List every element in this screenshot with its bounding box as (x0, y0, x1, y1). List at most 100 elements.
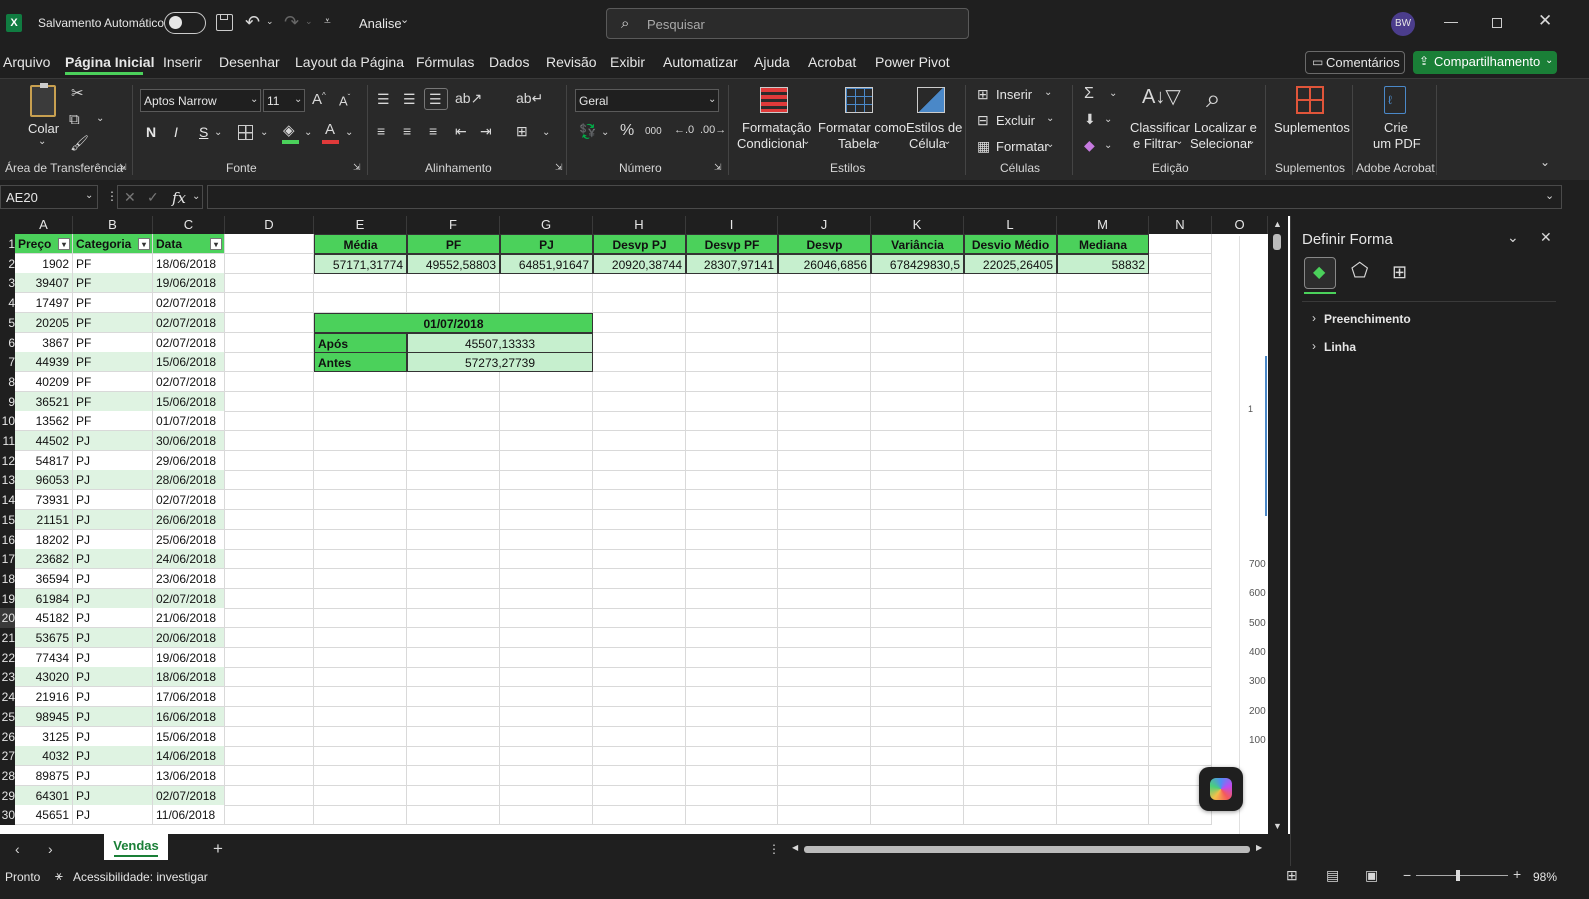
row-header[interactable]: 13 (0, 470, 15, 491)
customize-qat-icon[interactable]: ⩡ (324, 15, 331, 27)
confirm-icon[interactable]: ✓ (147, 190, 159, 204)
minimize-icon[interactable]: — (1444, 14, 1458, 28)
grid-cell[interactable] (225, 628, 314, 648)
date-cell[interactable]: 20/06/2018 (153, 628, 225, 648)
addins-button[interactable]: Suplementos (1274, 120, 1350, 135)
tab-layout[interactable]: Layout da Página (295, 54, 404, 70)
grid-cell[interactable] (1149, 628, 1212, 648)
category-cell[interactable]: PJ (73, 647, 153, 668)
price-cell[interactable]: 44939 (15, 352, 73, 373)
grid-cell[interactable] (1057, 273, 1149, 294)
price-cell[interactable]: 3867 (15, 332, 73, 353)
format-cells-chevron-icon[interactable]: ⌄ (1046, 140, 1054, 150)
add-sheet-icon[interactable]: + (213, 840, 223, 857)
grid-cell[interactable] (964, 391, 1057, 412)
fill-color-icon[interactable]: ◈ (283, 123, 295, 138)
grid-cell[interactable] (593, 332, 686, 353)
format-table-label-2[interactable]: Tabela (838, 136, 876, 151)
grid-cell[interactable] (686, 273, 778, 294)
grid-cell[interactable] (1057, 568, 1149, 589)
grid-cell[interactable] (686, 549, 778, 570)
row-header[interactable]: 29 (0, 785, 15, 806)
grid-cell[interactable] (778, 706, 871, 727)
grid-cell[interactable] (314, 608, 407, 629)
row-header[interactable]: 25 (0, 706, 15, 727)
select-all-corner[interactable] (0, 216, 15, 234)
date-cell[interactable]: 11/06/2018 (153, 805, 225, 826)
increase-decimal-icon[interactable]: ←.0 (674, 125, 694, 136)
stats-value-cell[interactable]: 26046,6856 (778, 253, 871, 274)
save-icon[interactable] (216, 14, 233, 31)
tab-pagina-inicial[interactable]: Página Inicial (65, 54, 154, 70)
grid-cell[interactable] (686, 765, 778, 786)
date-cell[interactable]: 29/06/2018 (153, 450, 225, 471)
price-cell[interactable]: 96053 (15, 470, 73, 491)
date-cell[interactable]: 02/07/2018 (153, 293, 225, 314)
row-header[interactable]: 10 (0, 411, 15, 432)
hscroll-right-icon[interactable]: ▶ (1256, 844, 1262, 852)
delete-chevron-icon[interactable]: ⌄ (1046, 114, 1054, 124)
grid-cell[interactable] (1057, 490, 1149, 511)
formula-input[interactable] (207, 185, 1562, 209)
grid-cell[interactable] (593, 588, 686, 609)
format-cells-icon[interactable]: ▦ (977, 139, 990, 153)
grid-cell[interactable] (686, 352, 778, 373)
row-header[interactable]: 4 (0, 293, 15, 314)
date-cell[interactable]: 13/06/2018 (153, 765, 225, 786)
date-cell[interactable]: 19/06/2018 (153, 647, 225, 668)
grid-cell[interactable] (871, 332, 964, 353)
category-cell[interactable]: PJ (73, 726, 153, 747)
sort-filter-label-1[interactable]: Classificar (1130, 120, 1190, 135)
grid-cell[interactable] (500, 273, 593, 294)
redo-dropdown-icon[interactable]: ⌄ (305, 17, 313, 26)
grid-cell[interactable] (225, 529, 314, 550)
grid-cell[interactable] (225, 411, 314, 432)
grid-cell[interactable] (225, 746, 314, 767)
tab-exibir[interactable]: Exibir (610, 54, 645, 70)
tab-ajuda[interactable]: Ajuda (754, 54, 790, 70)
file-name[interactable]: Analise (359, 16, 402, 31)
insert-cells-button[interactable]: Inserir (996, 87, 1032, 102)
grid-cell[interactable] (1149, 371, 1212, 392)
grid-cell[interactable] (314, 628, 407, 648)
grid-cell[interactable] (964, 312, 1057, 333)
cell-styles-label-1[interactable]: Estilos de (906, 120, 962, 135)
grid-cell[interactable] (778, 391, 871, 412)
grid-cell[interactable] (778, 687, 871, 708)
grid-cell[interactable] (593, 391, 686, 412)
date-block-value[interactable]: 57273,27739 (407, 352, 593, 373)
date-cell[interactable]: 18/06/2018 (153, 667, 225, 688)
scroll-down-icon[interactable]: ▼ (1273, 822, 1282, 831)
tab-revisao[interactable]: Revisão (546, 54, 597, 70)
column-header-o[interactable]: O (1212, 216, 1268, 234)
grid-cell[interactable] (593, 805, 686, 826)
line-section-chevron-icon[interactable]: › (1312, 340, 1316, 352)
grid-cell[interactable] (593, 706, 686, 727)
grid-cell[interactable] (1149, 431, 1212, 451)
cell-styles-icon[interactable] (917, 87, 945, 113)
align-right-icon[interactable]: ≡ (429, 124, 437, 138)
merge-center-icon[interactable]: ⊞ (516, 124, 528, 138)
scroll-up-icon[interactable]: ▲ (1273, 220, 1282, 229)
grid-cell[interactable] (500, 608, 593, 629)
price-cell[interactable]: 89875 (15, 765, 73, 786)
stats-value-cell[interactable]: 57171,31774 (314, 253, 407, 274)
grid-cell[interactable] (871, 293, 964, 314)
grid-cell[interactable] (686, 647, 778, 668)
price-cell[interactable]: 73931 (15, 490, 73, 511)
copy-icon[interactable]: ⧉ (69, 112, 80, 127)
grid-cell[interactable] (225, 667, 314, 688)
grid-cell[interactable] (871, 490, 964, 511)
grid-cell[interactable] (500, 490, 593, 511)
share-button[interactable]: ⇪ Compartilhamento ⌄ (1413, 51, 1557, 74)
category-cell[interactable]: PF (73, 312, 153, 333)
name-box[interactable]: AE20 ⌄ (0, 185, 98, 209)
grid-cell[interactable] (1057, 746, 1149, 767)
conditional-format-label-1[interactable]: Formatação (742, 120, 811, 135)
date-cell[interactable]: 19/06/2018 (153, 273, 225, 294)
grid-cell[interactable] (871, 352, 964, 373)
grid-cell[interactable] (778, 667, 871, 688)
date-cell[interactable]: 17/06/2018 (153, 687, 225, 708)
grid-cell[interactable] (225, 785, 314, 806)
stats-value-cell[interactable]: 22025,26405 (964, 253, 1057, 274)
